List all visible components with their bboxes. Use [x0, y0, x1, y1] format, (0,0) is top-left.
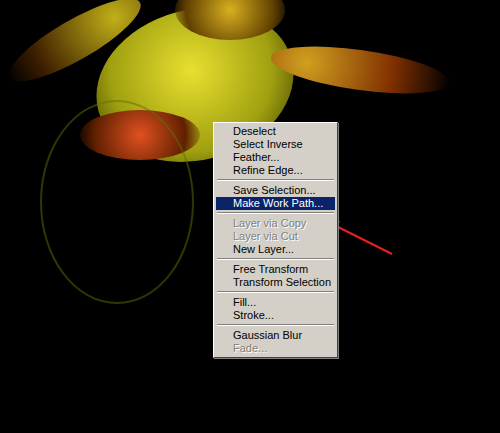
menu-item[interactable]: Make Work Path...: [216, 197, 335, 210]
menu-item[interactable]: Select Inverse: [216, 138, 335, 151]
context-menu: DeselectSelect InverseFeather...Refine E…: [213, 122, 338, 358]
menu-separator: [217, 212, 334, 214]
menu-item[interactable]: Transform Selection: [216, 276, 335, 289]
menu-item[interactable]: Feather...: [216, 151, 335, 164]
menu-item[interactable]: Free Transform: [216, 263, 335, 276]
menu-item[interactable]: Save Selection...: [216, 184, 335, 197]
menu-item[interactable]: New Layer...: [216, 243, 335, 256]
menu-item[interactable]: Refine Edge...: [216, 164, 335, 177]
menu-item: Layer via Cut: [216, 230, 335, 243]
menu-item: Fade...: [216, 342, 335, 355]
menu-separator: [217, 179, 334, 181]
menu-item[interactable]: Deselect: [216, 125, 335, 138]
menu-item[interactable]: Stroke...: [216, 309, 335, 322]
menu-separator: [217, 258, 334, 260]
menu-separator: [217, 291, 334, 293]
menu-separator: [217, 324, 334, 326]
menu-item[interactable]: Gaussian Blur: [216, 329, 335, 342]
menu-item[interactable]: Fill...: [216, 296, 335, 309]
menu-item: Layer via Copy: [216, 217, 335, 230]
